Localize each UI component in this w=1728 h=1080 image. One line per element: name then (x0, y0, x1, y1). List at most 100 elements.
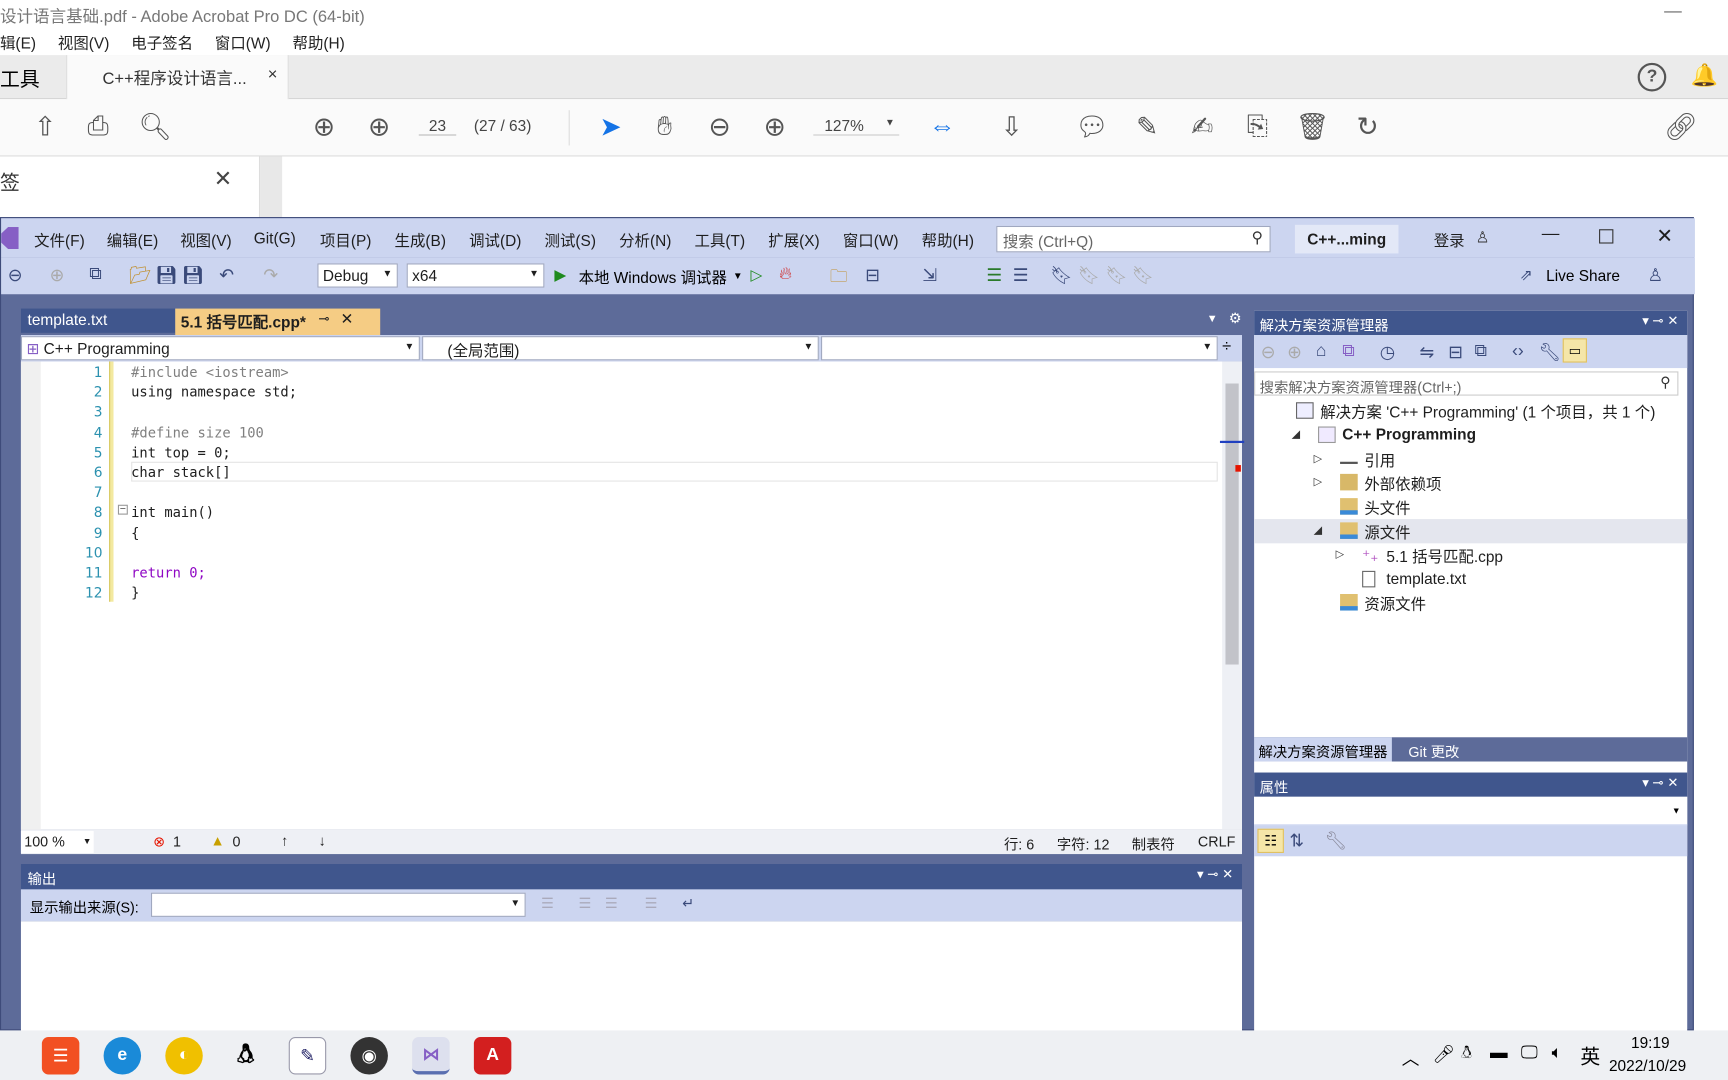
menu-item[interactable]: 辑(E) (0, 34, 36, 52)
next-bookmark-icon[interactable]: 🔖︎ (1105, 264, 1127, 286)
hand-icon[interactable]: ✋︎ (648, 110, 681, 143)
tab-bracket-match-cpp[interactable]: 5.1 括号匹配.cpp* ⊸ ✕ (175, 308, 381, 336)
gear-icon[interactable]: ⚙ (1229, 310, 1242, 328)
taskbar-app-obs[interactable]: ◉ (350, 1037, 388, 1075)
code-line[interactable]: { (131, 524, 139, 541)
indent-icon[interactable]: ☰ (986, 264, 1002, 286)
bell-icon[interactable]: 🔔 (1691, 62, 1718, 90)
expanded-arrow-icon[interactable]: ◢ (1314, 525, 1322, 537)
clear-bookmarks-icon[interactable]: 🔖︎ (1132, 264, 1154, 286)
code-line[interactable]: int main() (131, 504, 214, 521)
minimize-icon[interactable]: — (1664, 2, 1682, 22)
code-line[interactable]: return 0; (131, 564, 206, 581)
tab-solution-explorer[interactable]: 解决方案资源管理器 (1254, 737, 1392, 762)
arrow-up-icon[interactable]: ↑ (281, 832, 288, 849)
tree-item[interactable]: ▷ ⁺₊ 5.1 括号匹配.cpp (1254, 543, 1687, 567)
taskbar-app-editor[interactable]: ✎ (288, 1037, 327, 1075)
print-icon[interactable]: ⎙ (82, 110, 115, 143)
scrollbar-thumb[interactable] (1225, 383, 1239, 665)
save-icon[interactable]: 💾︎ (155, 264, 177, 286)
chevron-down-icon[interactable]: ▼ (1207, 313, 1218, 325)
page-up-icon[interactable]: ⊕ (307, 110, 340, 143)
doc-tab[interactable]: C++程序设计语言... × (66, 55, 289, 101)
tab-template-txt[interactable]: template.txt (20, 308, 176, 333)
taskbar-app-qq[interactable]: 🐧︎ (227, 1037, 264, 1074)
switch-view-icon[interactable]: ⧉ (1342, 342, 1355, 362)
save-all-icon[interactable]: 💾︎ (182, 264, 204, 286)
member-select[interactable]: ▼ (821, 336, 1218, 361)
menu-item[interactable]: 帮助(H) (922, 229, 974, 251)
tools-tab[interactable]: 工具 (0, 64, 40, 93)
prev-message-icon[interactable]: ☰ (579, 895, 592, 913)
chevron-up-icon[interactable]: ︿ (1402, 1044, 1420, 1070)
collapse-icon[interactable]: − (117, 504, 128, 515)
menu-item[interactable]: 窗口(W) (843, 229, 899, 251)
output-content[interactable] (20, 921, 1242, 1032)
home-icon[interactable]: ⌂ (1316, 342, 1327, 362)
network-icon[interactable]: 🖵 (1521, 1044, 1538, 1064)
feedback-icon[interactable]: ♙ (1648, 264, 1664, 286)
config-select[interactable]: Debug ▼ (317, 263, 398, 288)
project-select[interactable]: ⊞ C++ Programming ▼ (20, 336, 420, 361)
page-input[interactable]: 23 (418, 117, 457, 136)
output-source-select[interactable]: ▼ (150, 892, 526, 917)
show-all-icon[interactable]: ⧉ (1475, 342, 1488, 362)
play-icon[interactable]: ▶ (554, 266, 566, 285)
sign-icon[interactable]: ✍︎ (1186, 110, 1219, 143)
zoom-select[interactable]: 100 % ▼ (20, 830, 94, 853)
code-line[interactable]: #include <iostream> (131, 364, 289, 381)
close-icon[interactable]: ✕ (214, 165, 232, 193)
qq-tray-icon[interactable]: 🐧︎ (1461, 1044, 1472, 1066)
back-icon[interactable]: ⊖ (8, 264, 23, 286)
arrow-down-icon[interactable]: ↓ (318, 832, 325, 849)
undo-icon[interactable]: ↶ (219, 264, 234, 286)
panel-controls[interactable]: ▾ ⊸ ✕ (1197, 866, 1233, 881)
open-icon[interactable]: 📂︎ (129, 264, 151, 286)
run-without-debug-icon[interactable]: ▷ (750, 266, 762, 285)
collapsed-arrow-icon[interactable]: ▷ (1336, 549, 1344, 561)
redo-icon[interactable]: ↷ (263, 264, 278, 286)
sync-icon[interactable]: ⇋ (1419, 342, 1434, 364)
fit-page-icon[interactable]: ⇔ (926, 110, 959, 143)
back-icon[interactable]: ⊖ (1261, 342, 1276, 364)
code-line[interactable]: } (131, 584, 139, 601)
bookmark-icon[interactable]: 🔖︎ (1050, 264, 1072, 286)
tree-item[interactable]: ◢ C++ Programming (1254, 423, 1687, 447)
indent-mode[interactable]: 制表符 (1132, 833, 1175, 854)
menu-item[interactable]: 调试(D) (469, 229, 521, 251)
wrench-icon[interactable]: 🔧︎ (1538, 342, 1560, 364)
code-line[interactable]: char stack[] (131, 464, 231, 481)
taskbar-app-office[interactable]: ☰ (41, 1037, 80, 1075)
panel-controls[interactable]: ▾ ⊸ ✕ (1642, 313, 1678, 328)
wrench-icon[interactable]: 🔧︎ (1325, 830, 1347, 852)
scroll-mode-icon[interactable]: ⇩ (995, 110, 1028, 143)
comment-icon[interactable]: 💬︎ (1075, 110, 1109, 143)
taskbar-app-visual-studio[interactable]: ⋈ (412, 1037, 450, 1075)
goto-icon[interactable]: ☰ (541, 895, 554, 913)
menu-item[interactable]: 分析(N) (619, 229, 671, 251)
page-down-icon[interactable]: ⊕ (363, 110, 396, 143)
next-message-icon[interactable]: ☰ (605, 895, 618, 913)
tree-item[interactable]: 解决方案 'C++ Programming' (1 个项目，共 1 个) (1254, 399, 1687, 423)
panel-controls[interactable]: ▾ ⊸ ✕ (1642, 775, 1678, 790)
menu-item[interactable]: 项目(P) (320, 229, 371, 251)
error-icon[interactable]: ⊗ (153, 833, 165, 851)
zoom-in-icon[interactable]: ⊕ (758, 110, 791, 143)
link-icon[interactable]: 🔗︎ (1664, 110, 1698, 143)
split-icon[interactable]: ÷ (1222, 337, 1231, 356)
menu-item[interactable]: 电子签名 (131, 34, 193, 52)
clear-icon[interactable]: ☰ (645, 895, 658, 913)
collapse-all-icon[interactable]: ⊟ (1448, 342, 1463, 364)
close-icon[interactable]: × (268, 65, 278, 84)
platform-select[interactable]: x64 ▼ (406, 263, 545, 288)
tree-item[interactable]: template.txt (1254, 567, 1687, 591)
microphone-icon[interactable]: 🎤︎ (1433, 1044, 1455, 1066)
code-editor[interactable]: 1 #include <iostream> 2 using namespace std… (20, 361, 1245, 830)
error-count[interactable]: 1 (173, 833, 181, 850)
menu-item[interactable]: 测试(S) (545, 229, 596, 251)
close-icon[interactable]: ✕ (341, 310, 354, 329)
step-icon[interactable]: ⇲ (922, 264, 937, 286)
menu-item[interactable]: 编辑(E) (107, 229, 158, 251)
preview-icon[interactable]: ▭ (1562, 338, 1587, 363)
menu-item[interactable]: 文件(F) (34, 229, 85, 251)
